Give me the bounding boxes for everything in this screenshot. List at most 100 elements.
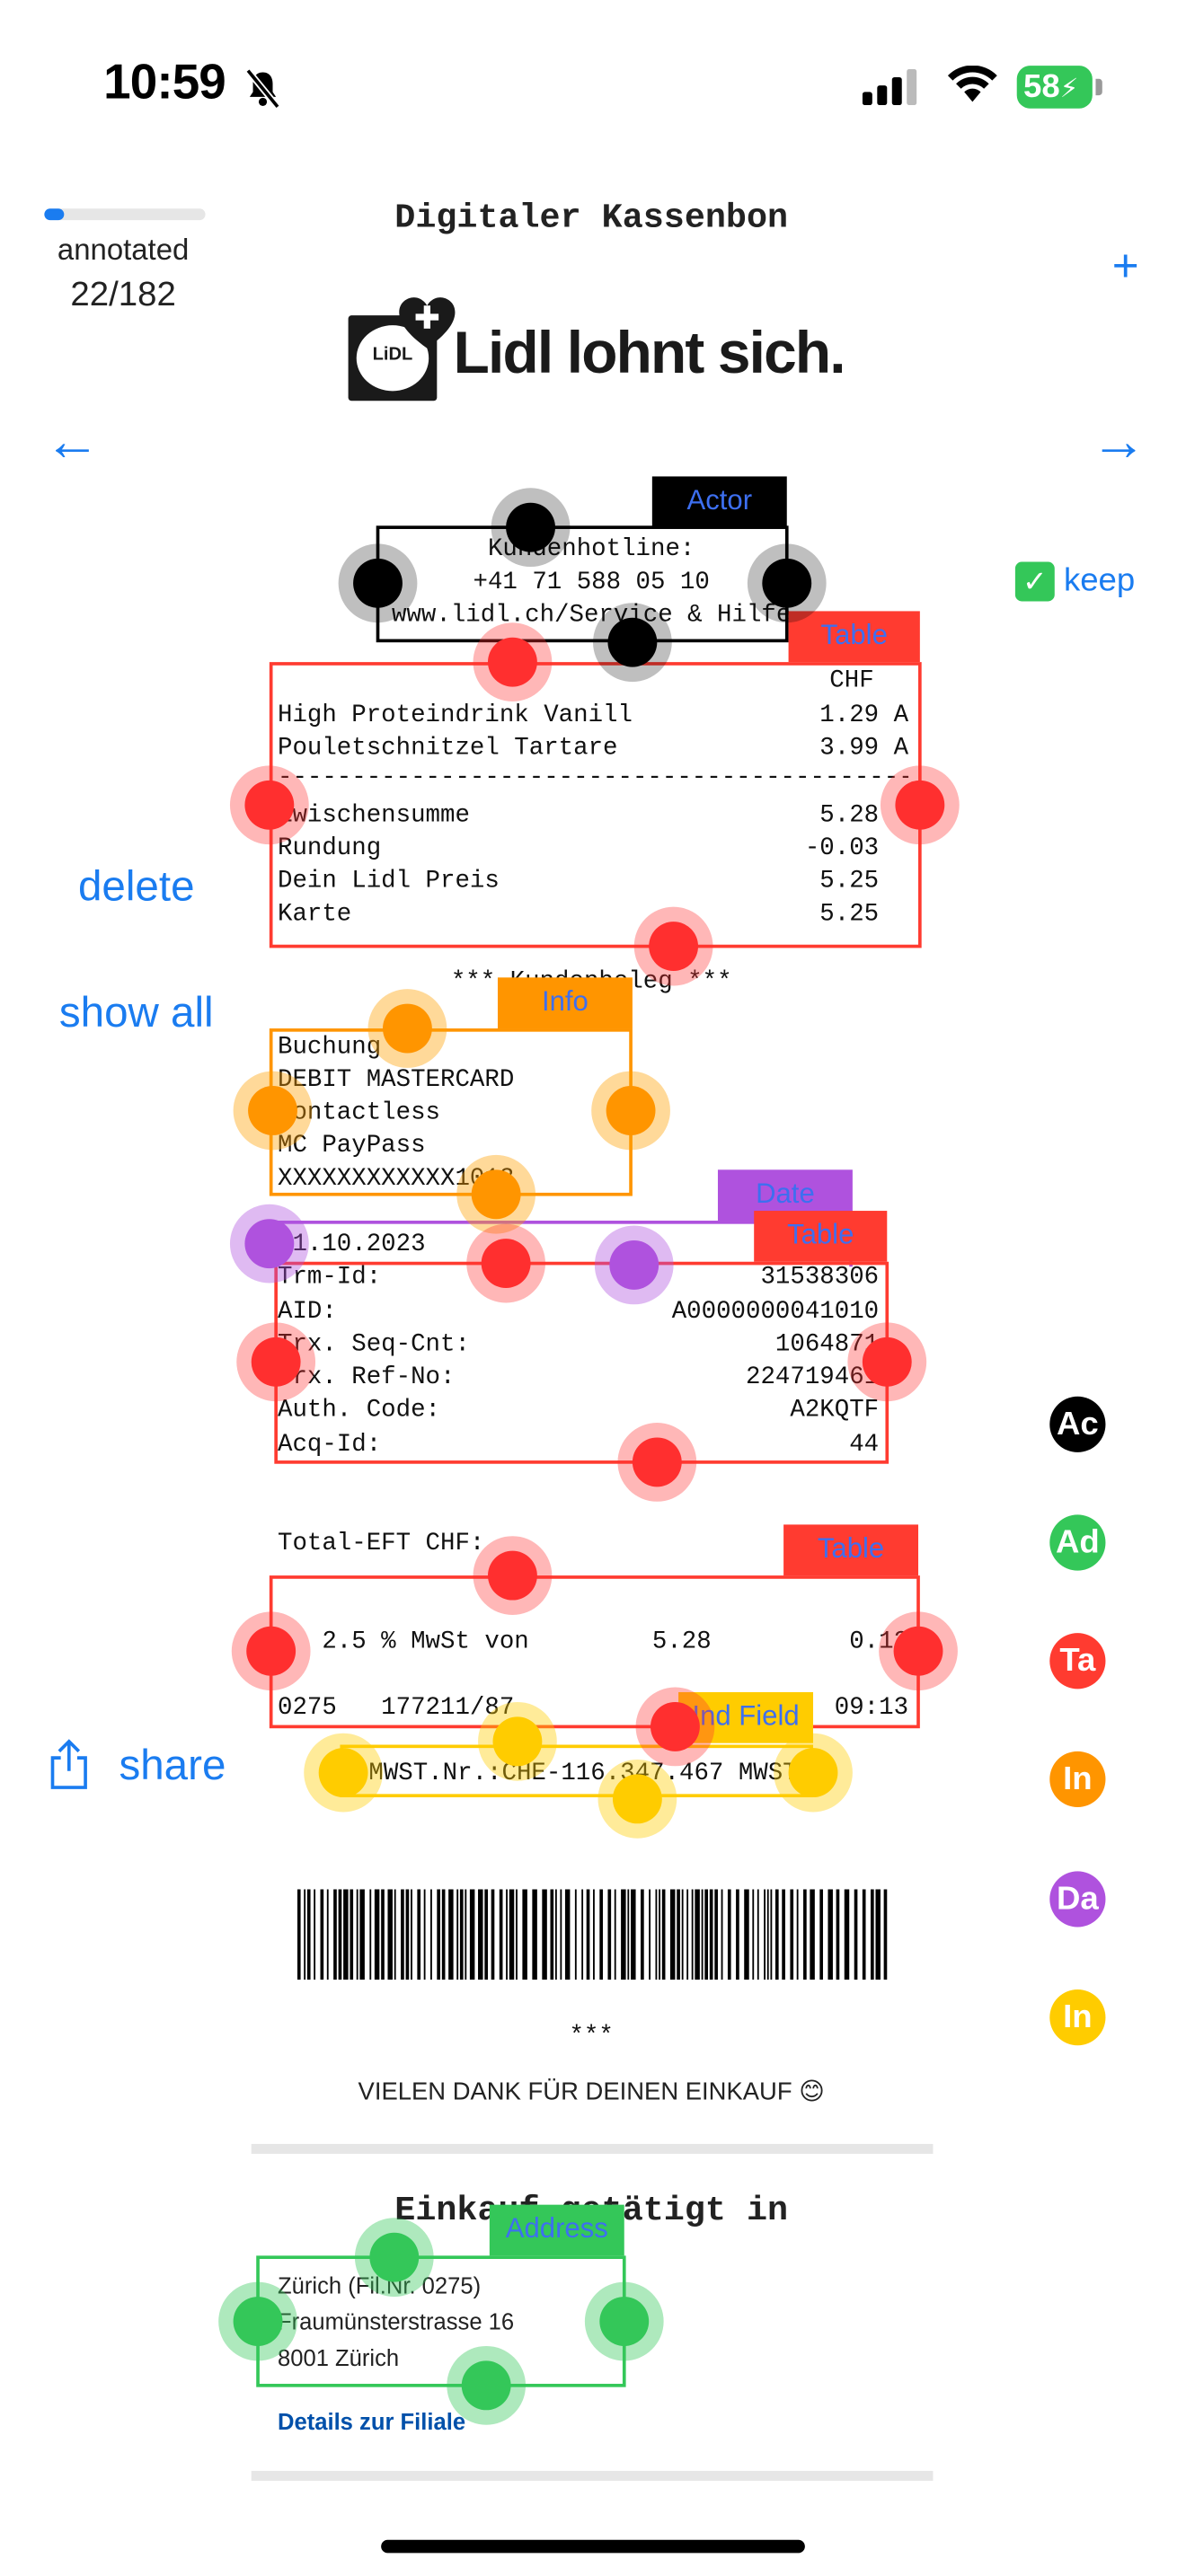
resize-handle[interactable] bbox=[633, 906, 713, 986]
annotation-label-table[interactable]: Table bbox=[754, 1211, 888, 1262]
barcode-bar bbox=[701, 1889, 704, 1981]
category-chip[interactable]: In bbox=[1049, 1751, 1106, 1808]
resize-handle[interactable] bbox=[617, 1423, 697, 1502]
home-indicator[interactable] bbox=[381, 2539, 805, 2554]
barcode-bar bbox=[836, 1889, 840, 1981]
barcode-bar bbox=[574, 1889, 577, 1981]
resize-handle[interactable] bbox=[594, 1225, 674, 1305]
barcode-bar bbox=[441, 1889, 446, 1981]
barcode-bar bbox=[669, 1889, 676, 1981]
resize-handle[interactable] bbox=[591, 1071, 670, 1151]
barcode-bar bbox=[465, 1889, 467, 1981]
barcode-bar bbox=[614, 1889, 616, 1981]
resize-handle[interactable] bbox=[338, 543, 418, 623]
category-chip[interactable]: Da bbox=[1049, 1871, 1106, 1928]
annotation-label-table[interactable]: Table bbox=[788, 611, 920, 663]
barcode-bar bbox=[437, 1889, 440, 1981]
resize-handle[interactable] bbox=[879, 1611, 958, 1691]
annotation-box-info[interactable] bbox=[269, 1028, 633, 1196]
annotation-box-table[interactable] bbox=[269, 662, 922, 948]
category-chip[interactable]: Ad bbox=[1049, 1514, 1106, 1571]
resize-handle[interactable] bbox=[231, 1611, 311, 1691]
barcode-bar bbox=[296, 1889, 301, 1981]
resize-handle[interactable] bbox=[456, 1154, 536, 1234]
barcode-bar bbox=[499, 1889, 503, 1981]
barcode-bar bbox=[593, 1889, 595, 1981]
barcode-bar bbox=[343, 1889, 349, 1981]
barcode-bar bbox=[607, 1889, 612, 1981]
annotation-box-table[interactable] bbox=[274, 1261, 890, 1464]
annotation-box-address[interactable] bbox=[256, 2255, 626, 2387]
annotation-box-table[interactable] bbox=[269, 1575, 920, 1729]
barcode-bar bbox=[314, 1889, 316, 1981]
total-eft-line: Total-EFT CHF: bbox=[277, 1529, 485, 1557]
barcode-bar bbox=[459, 1889, 464, 1981]
barcode-bar bbox=[374, 1889, 380, 1981]
barcode-bar bbox=[554, 1889, 557, 1981]
barcode-bar bbox=[641, 1889, 644, 1981]
resize-handle[interactable] bbox=[218, 2281, 297, 2361]
section-divider bbox=[251, 2470, 934, 2481]
barcode-bar bbox=[448, 1889, 454, 1981]
barcode-bar bbox=[752, 1889, 755, 1981]
annotation-label-address[interactable]: Address bbox=[489, 2204, 624, 2256]
resize-handle[interactable] bbox=[354, 2218, 434, 2298]
resize-handle[interactable] bbox=[880, 765, 960, 845]
details-link[interactable]: Details zur Filiale bbox=[278, 2408, 465, 2434]
resize-handle[interactable] bbox=[491, 488, 571, 568]
barcode-bar bbox=[790, 1889, 794, 1981]
barcode-bar bbox=[695, 1889, 700, 1981]
stars-line: *** bbox=[569, 2022, 614, 2051]
barcode-bar bbox=[862, 1889, 866, 1981]
barcode-bar bbox=[350, 1889, 354, 1981]
barcode-bar bbox=[649, 1889, 651, 1981]
resize-handle[interactable] bbox=[236, 1322, 316, 1402]
barcode-bar bbox=[542, 1889, 547, 1981]
resize-handle[interactable] bbox=[847, 1322, 927, 1402]
resize-handle[interactable] bbox=[229, 1204, 309, 1284]
resize-handle[interactable] bbox=[593, 603, 672, 683]
barcode-bar bbox=[709, 1889, 713, 1981]
resize-handle[interactable] bbox=[597, 1759, 677, 1839]
resize-handle[interactable] bbox=[466, 1223, 545, 1303]
annotation-label-actor[interactable]: Actor bbox=[651, 476, 787, 528]
resize-handle[interactable] bbox=[774, 1733, 853, 1813]
barcode-bar bbox=[491, 1889, 495, 1981]
resize-handle[interactable] bbox=[584, 2281, 664, 2361]
annotation-box-ind-field[interactable] bbox=[340, 1744, 814, 1798]
barcode-bar bbox=[766, 1889, 769, 1981]
resize-handle[interactable] bbox=[635, 1687, 715, 1767]
barcode-bar bbox=[810, 1889, 815, 1981]
resize-handle[interactable] bbox=[447, 2345, 527, 2425]
barcode-bar bbox=[405, 1889, 410, 1981]
resize-handle[interactable] bbox=[367, 989, 447, 1068]
barcode-bar bbox=[356, 1889, 358, 1981]
barcode-bar bbox=[564, 1889, 571, 1981]
resize-handle[interactable] bbox=[304, 1733, 383, 1813]
barcode-bar bbox=[681, 1889, 684, 1981]
barcode-bar bbox=[599, 1889, 603, 1981]
barcode-bar bbox=[774, 1889, 779, 1981]
category-chip[interactable]: Ac bbox=[1049, 1396, 1106, 1452]
annotation-box-actor[interactable] bbox=[376, 525, 789, 643]
barcode-bar bbox=[320, 1889, 324, 1981]
barcode-bar bbox=[326, 1889, 329, 1981]
barcode-bar bbox=[469, 1889, 475, 1981]
resize-handle[interactable] bbox=[473, 622, 553, 702]
barcode-bar bbox=[844, 1889, 850, 1981]
barcode-bar bbox=[819, 1889, 823, 1981]
barcode-bar bbox=[456, 1889, 459, 1981]
annotation-label-table[interactable]: Table bbox=[783, 1524, 919, 1576]
barcode-bar bbox=[661, 1889, 666, 1981]
resize-handle[interactable] bbox=[229, 765, 309, 845]
resize-handle[interactable] bbox=[478, 1701, 557, 1781]
resize-handle[interactable] bbox=[473, 1536, 553, 1616]
annotation-label-info[interactable]: Info bbox=[497, 977, 633, 1029]
category-chip[interactable]: Ta bbox=[1049, 1633, 1106, 1689]
barcode-bar bbox=[423, 1889, 426, 1981]
category-chip[interactable]: In bbox=[1049, 1989, 1106, 2046]
barcode-bar bbox=[721, 1889, 723, 1981]
resize-handle[interactable] bbox=[233, 1071, 313, 1151]
resize-handle[interactable] bbox=[747, 543, 827, 623]
barcode-bar bbox=[883, 1889, 888, 1981]
